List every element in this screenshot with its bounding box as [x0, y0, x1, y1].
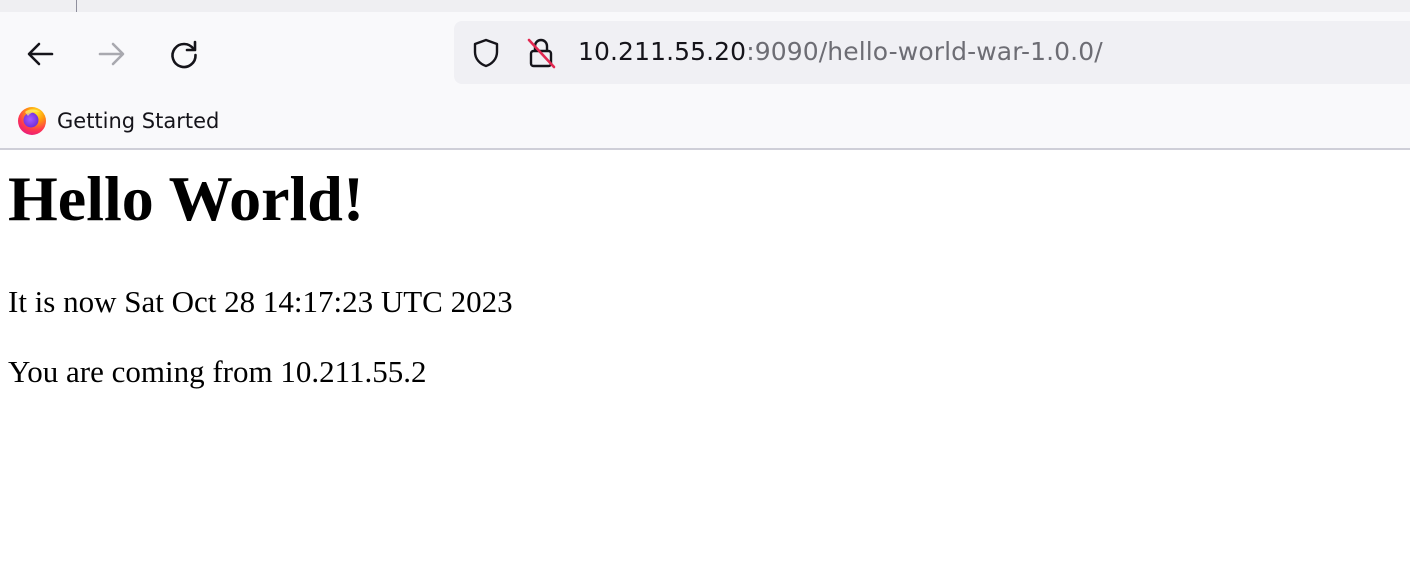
insecure-lock-icon[interactable] — [525, 36, 557, 70]
firefox-logo-icon — [18, 107, 46, 135]
url-path: :9090/hello-world-war-1.0.0/ — [746, 37, 1103, 66]
current-time-text: It is now Sat Oct 28 14:17:23 UTC 2023 — [8, 284, 513, 319]
bookmark-getting-started[interactable]: Getting Started — [14, 103, 219, 139]
forward-arrow-icon — [98, 42, 125, 66]
url-text[interactable]: 10.211.55.20:9090/hello-world-war-1.0.0/ — [578, 35, 1103, 69]
bookmarks-toolbar: Getting Started — [0, 96, 1410, 148]
forward-button[interactable] — [90, 32, 134, 76]
back-arrow-icon — [27, 42, 54, 66]
reload-button[interactable] — [162, 32, 206, 76]
page-heading: Hello World! — [8, 163, 365, 234]
client-ip-text: You are coming from 10.211.55.2 — [8, 354, 427, 389]
url-host: 10.211.55.20 — [578, 37, 747, 66]
url-bar[interactable]: 10.211.55.20:9090/hello-world-war-1.0.0/ — [454, 21, 1410, 84]
page-content: Hello World! It is now Sat Oct 28 14:17:… — [0, 150, 1410, 588]
reload-icon — [171, 40, 197, 69]
tab-divider — [76, 0, 77, 12]
back-button[interactable] — [18, 32, 62, 76]
tab-strip — [0, 0, 1410, 12]
bookmark-label: Getting Started — [57, 109, 220, 133]
navigation-toolbar: 10.211.55.20:9090/hello-world-war-1.0.0/ — [0, 12, 1410, 96]
tracking-shield-icon[interactable] — [470, 37, 502, 69]
